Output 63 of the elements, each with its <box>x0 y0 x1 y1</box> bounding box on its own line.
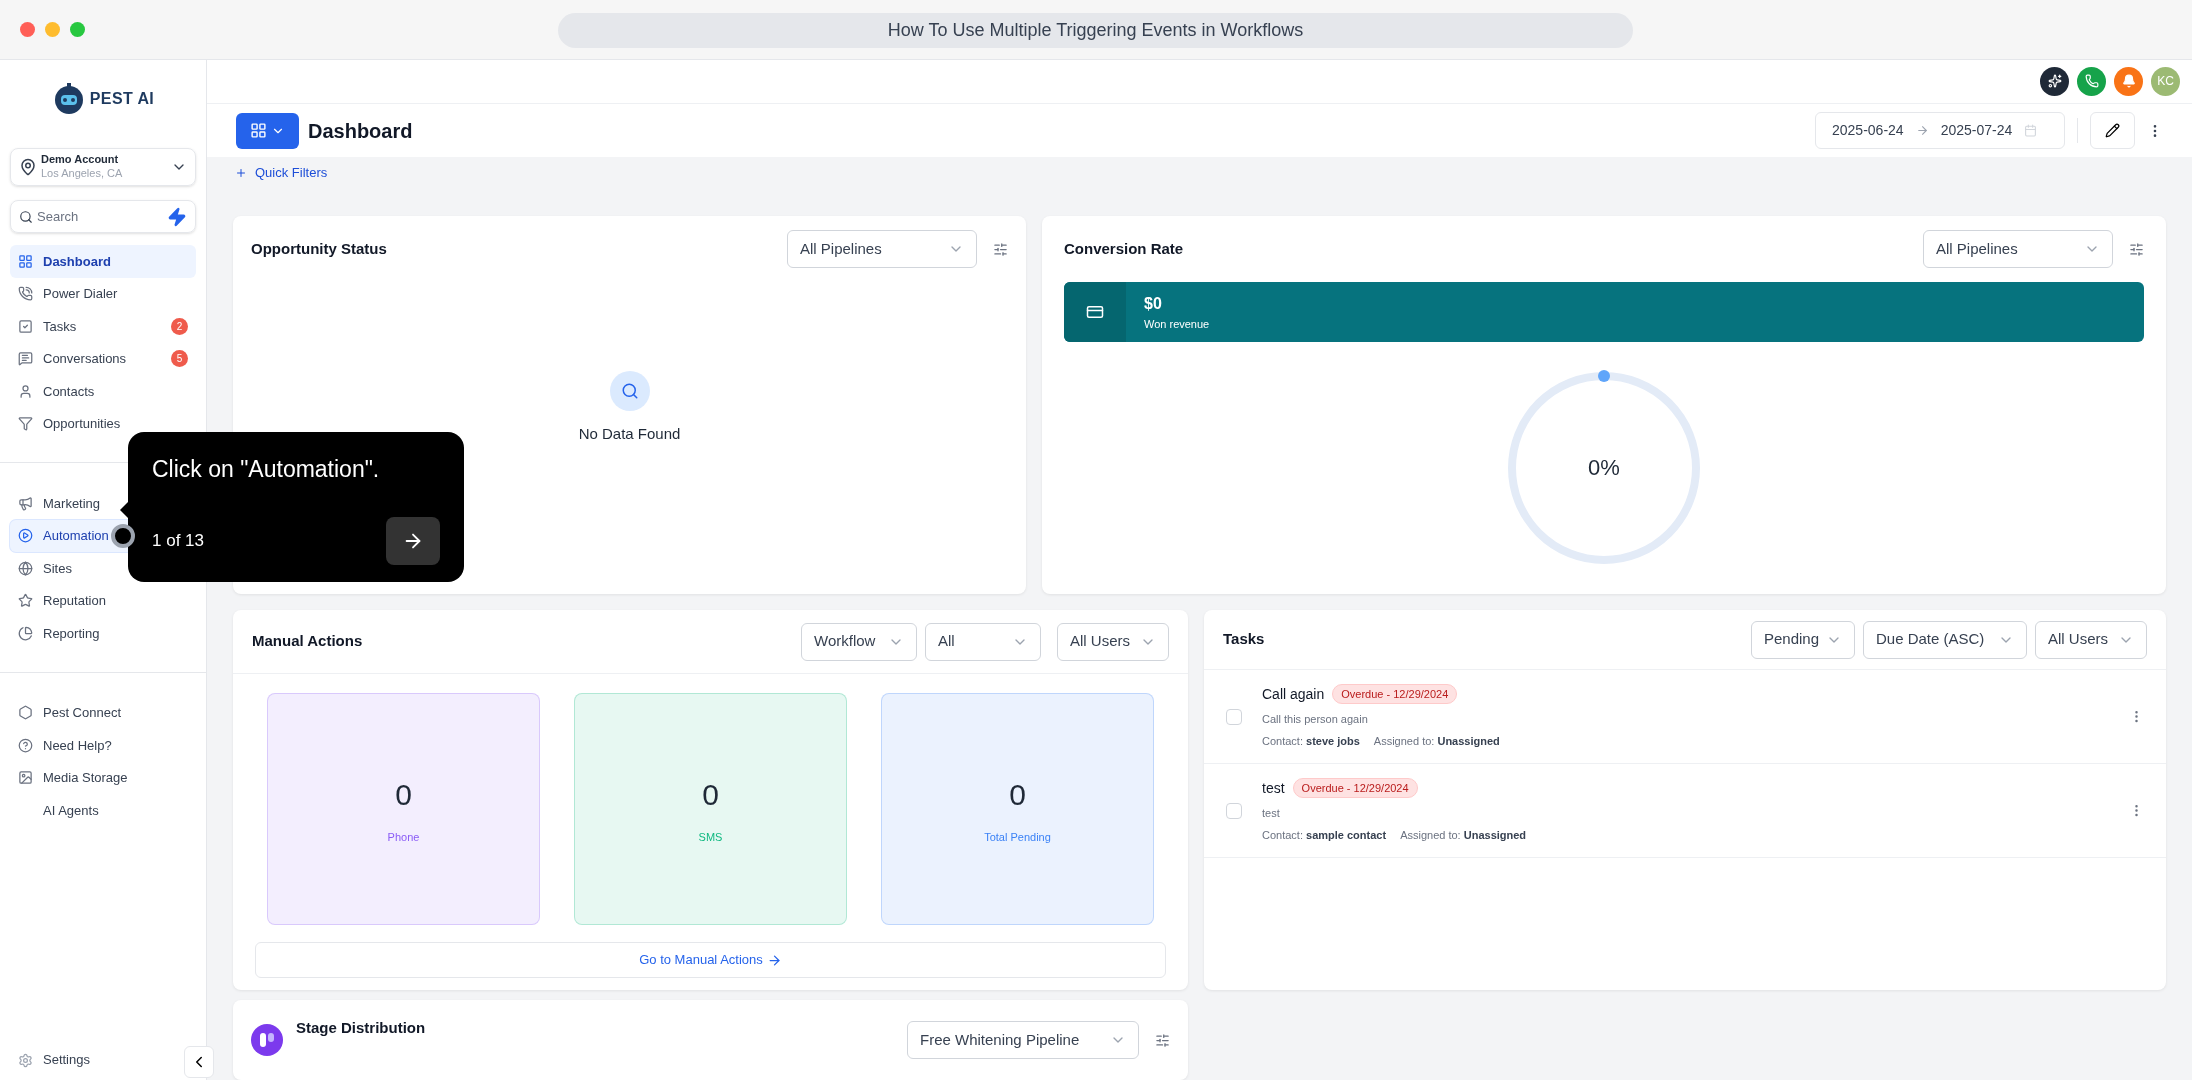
stat-label: SMS <box>698 830 723 846</box>
stat-value: 0 <box>702 777 719 814</box>
tooltip-text: Click on "Automation". <box>152 455 381 484</box>
card-title: Stage Distribution <box>296 1018 426 1038</box>
account-location: Los Angeles, CA <box>41 167 124 181</box>
stat-value: 0 <box>1009 777 1026 814</box>
dropdown[interactable]: All Pipelines <box>787 230 977 268</box>
quick-filters-link[interactable]: Quick Filters <box>255 162 328 183</box>
page-title: Dashboard <box>308 118 413 144</box>
dropdown[interactable]: Free Whitening Pipeline <box>907 1021 1139 1059</box>
count-badge: 5 <box>171 350 188 368</box>
dropdown[interactable]: All Users <box>1057 622 1169 661</box>
nav-item[interactable]: Tasks 2 <box>10 310 196 343</box>
logo-text: PEST AI <box>89 89 155 109</box>
nav-item[interactable]: Media Storage <box>10 761 196 794</box>
dropdown[interactable]: All Users <box>2035 620 2147 659</box>
revenue-amount: $0 <box>1144 293 1163 314</box>
count-badge: 2 <box>171 317 188 335</box>
dropdown[interactable]: All <box>925 622 1041 661</box>
stat-label: Total Pending <box>984 830 1051 846</box>
task-description: Call this person again <box>1262 711 1369 727</box>
manual-actions-link[interactable]: Go to Manual Actions <box>255 942 1166 978</box>
account-name: Demo Account <box>41 153 120 167</box>
card-title: Tasks <box>1223 629 1265 650</box>
dropdown[interactable]: Workflow <box>801 622 917 661</box>
card-title: Manual Actions <box>252 631 363 652</box>
task-contact: Contact: steve jobs <box>1262 734 1360 749</box>
settings-link[interactable]: Settings <box>43 1050 90 1070</box>
nav-item[interactable]: Pest Connect <box>10 696 196 729</box>
task-contact: Contact: sample contact <box>1262 828 1387 843</box>
nav-item[interactable]: Conversations 5 <box>10 342 196 375</box>
nav-item[interactable]: Contacts <box>10 375 196 408</box>
task-assignee: Assigned to: Unassigned <box>1373 734 1500 749</box>
nav-item[interactable]: Reporting <box>10 617 196 650</box>
conversion-percent: 0% <box>1588 457 1620 479</box>
stat-label: Phone <box>387 830 420 846</box>
dropdown[interactable]: All Pipelines <box>1923 230 2113 268</box>
empty-message: No Data Found <box>578 423 681 444</box>
nav-item[interactable]: Sites <box>10 552 196 585</box>
nav-item[interactable]: Marketing <box>10 487 196 520</box>
search-input[interactable]: Search <box>37 206 163 227</box>
nav-item[interactable]: Opportunities <box>10 407 196 440</box>
task-description: test <box>1262 805 1281 821</box>
task-title: Call again <box>1262 684 1325 704</box>
date-range-field[interactable]: 2025-06-24 2025-07-24 <box>1815 112 2065 150</box>
card-title: Opportunity Status <box>251 238 387 259</box>
revenue-label: Won revenue <box>1144 316 1210 332</box>
search-field[interactable]: Search <box>10 200 196 233</box>
overdue-badge: Overdue - 12/29/2024 <box>1332 684 1458 704</box>
task-title: test <box>1262 778 1285 798</box>
overdue-badge: Overdue - 12/29/2024 <box>1292 778 1418 798</box>
dropdown[interactable]: Pending <box>1751 620 1855 659</box>
task-assignee: Assigned to: Unassigned <box>1400 828 1527 843</box>
nav-item[interactable]: Power Dialer <box>10 277 196 310</box>
stat-value: 0 <box>395 777 412 814</box>
card-title: Conversion Rate <box>1064 238 1184 259</box>
nav-item[interactable]: AI Agents <box>10 794 196 827</box>
nav-item[interactable]: Reputation <box>10 584 196 617</box>
account-selector[interactable]: Demo Account Los Angeles, CA <box>10 148 196 186</box>
window-title: How To Use Multiple Triggering Events in Workflows <box>558 13 1633 48</box>
nav-item[interactable]: Dashboard <box>10 245 196 278</box>
nav-item[interactable]: Need Help? <box>10 729 196 762</box>
dropdown[interactable]: Due Date (ASC) <box>1863 620 2027 659</box>
